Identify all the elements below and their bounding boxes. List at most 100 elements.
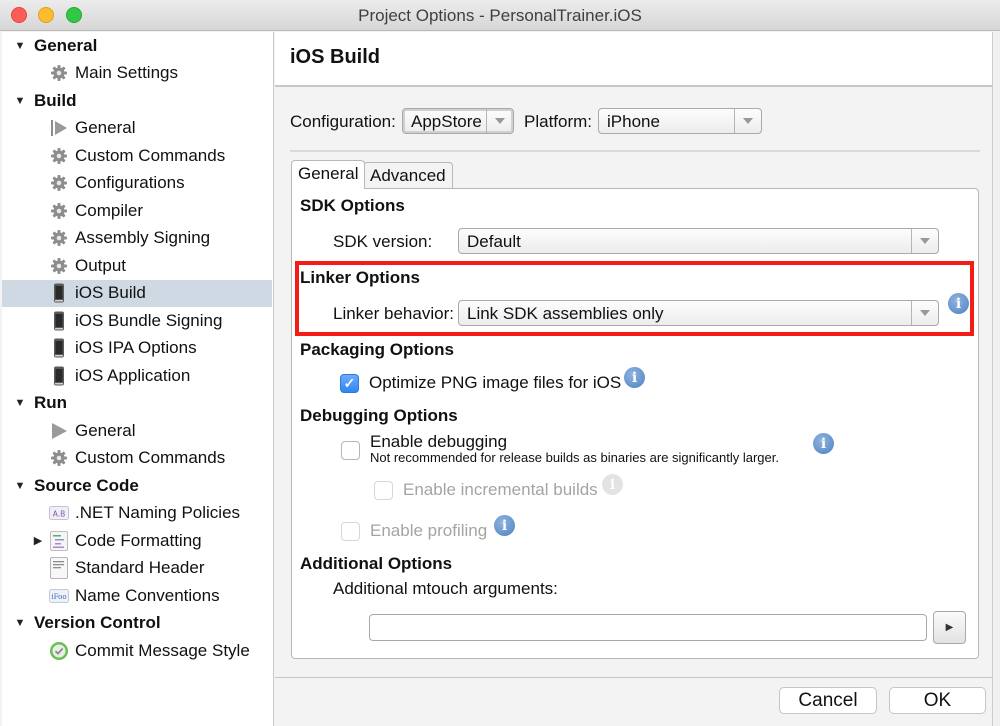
gear-icon [49, 228, 69, 248]
linker-behavior-dropdown-button[interactable] [911, 301, 938, 325]
linker-options-heading: Linker Options [300, 268, 420, 287]
sidebar-row-label: iOS Build [75, 283, 146, 302]
chevron-down-icon [920, 238, 930, 244]
sidebar-item-general[interactable]: General [2, 115, 272, 142]
sdk-version-label: SDK version: [333, 232, 433, 251]
play-icon [49, 421, 69, 441]
sidebar-item-assembly-signing[interactable]: Assembly Signing [2, 225, 272, 252]
linker-behavior-value: Link SDK assemblies only [467, 304, 664, 323]
gear-icon [49, 201, 69, 221]
sidebar-category-build[interactable]: ▼ Build [2, 87, 272, 114]
tab-general[interactable]: General [291, 160, 366, 189]
divider [290, 150, 980, 152]
platform-select[interactable]: iPhone [598, 108, 762, 134]
configuration-select[interactable]: AppStore [402, 108, 514, 134]
chevron-down-icon [495, 118, 505, 124]
iphone-icon [49, 366, 69, 386]
sidebar-item-net-naming-policies[interactable]: A.B .NET Naming Policies [2, 500, 272, 527]
sidebar-row-label: General [75, 420, 136, 440]
sidebar-item-compiler[interactable]: Compiler [2, 197, 272, 224]
expand-arrow-icon[interactable]: ▼ [14, 617, 26, 629]
configuration-dropdown-button[interactable] [486, 109, 513, 133]
configuration-value: AppStore [411, 112, 482, 131]
sidebar-item-output[interactable]: Output [2, 252, 272, 279]
svg-text:A.B: A.B [53, 510, 66, 519]
debugging-options-heading: Debugging Options [300, 406, 458, 425]
enable-debugging-checkbox[interactable] [341, 441, 360, 460]
gear-icon [49, 146, 69, 166]
configuration-label: Configuration: [290, 112, 396, 131]
sidebar-category-general[interactable]: ▼ General [2, 32, 272, 59]
mtouch-arguments-menu-button[interactable]: ▶ [933, 611, 966, 644]
optimize-png-checkbox[interactable]: ✓ [340, 374, 359, 393]
enable-profiling-info-icon[interactable]: i [494, 515, 515, 536]
sidebar-item-custom-commands[interactable]: Custom Commands [2, 142, 272, 169]
sidebar-category-run[interactable]: ▼ Run [2, 390, 272, 417]
sidebar-row-label: General [75, 118, 136, 137]
linker-behavior-select[interactable]: Link SDK assemblies only [458, 300, 939, 326]
enable-debugging-label[interactable]: Enable debugging [370, 432, 507, 452]
sidebar-row-label: Compiler [75, 200, 144, 220]
linker-info-icon[interactable]: i [948, 293, 969, 314]
enable-debugging-info-icon[interactable]: i [813, 433, 834, 454]
title-bar[interactable]: Project Options - PersonalTrainer.iOS [0, 0, 1000, 31]
sidebar-item-ios-ipa-options[interactable]: iOS IPA Options [2, 335, 272, 362]
sdk-version-select[interactable]: Default [458, 228, 939, 254]
sidebar-item-name-conventions[interactable]: iFoo Name Conventions [2, 582, 272, 609]
optimize-png-label[interactable]: Optimize PNG image files for iOS [369, 373, 621, 393]
sidebar-row-label: Configurations [75, 173, 185, 192]
sidebar-category-source-code[interactable]: ▼ Source Code [2, 472, 272, 499]
panel-header: iOS Build [275, 32, 992, 87]
expand-arrow-icon[interactable]: ▼ [14, 95, 26, 107]
platform-value: iPhone [607, 112, 660, 131]
enable-profiling-label: Enable profiling [370, 521, 488, 540]
footer-divider [275, 677, 1000, 678]
build-play-icon [49, 118, 69, 138]
gear-icon [49, 448, 69, 468]
sidebar-item-custom-commands[interactable]: Custom Commands [2, 445, 272, 472]
sidebar-row-label: iOS Application [75, 365, 191, 385]
expand-arrow-icon[interactable]: ▼ [14, 40, 26, 52]
packaging-options-heading: Packaging Options [300, 340, 454, 359]
additional-options-heading: Additional Options [300, 554, 453, 573]
sidebar-row-label: Assembly Signing [75, 228, 211, 247]
platform-dropdown-button[interactable] [734, 109, 761, 133]
incremental-builds-checkbox[interactable] [374, 481, 393, 500]
sidebar-category-version-control[interactable]: ▼ Version Control [2, 610, 272, 637]
tab-advanced[interactable]: Advanced [363, 162, 453, 189]
sdk-version-value: Default [467, 232, 521, 251]
sdk-version-dropdown-button[interactable] [911, 229, 938, 253]
expand-arrow-icon[interactable]: ▼ [14, 480, 26, 492]
linker-behavior-label: Linker behavior: [333, 304, 454, 323]
sidebar-row-label: General [34, 35, 98, 55]
svg-text:iFoo: iFoo [51, 593, 66, 601]
platform-label: Platform: [524, 112, 593, 131]
code-formatting-icon [49, 530, 69, 551]
sidebar-row-label: Build [34, 90, 77, 110]
optimize-png-info-icon[interactable]: i [624, 367, 645, 388]
sidebar-item-configurations[interactable]: Configurations [2, 170, 272, 197]
enable-profiling-checkbox[interactable] [341, 522, 360, 541]
sidebar-item-code-formatting[interactable]: ▶ Code Formatting [2, 527, 272, 554]
sidebar-row-label: Commit Message Style [75, 640, 250, 660]
sidebar-row-label: iOS IPA Options [75, 338, 197, 357]
mtouch-arguments-input[interactable] [369, 614, 927, 641]
window-title: Project Options - PersonalTrainer.iOS [358, 6, 642, 25]
sidebar-item-ios-application[interactable]: iOS Application [2, 362, 272, 389]
sidebar-row-label: iOS Bundle Signing [75, 310, 223, 330]
cancel-button[interactable]: Cancel [779, 687, 877, 714]
sidebar-item-standard-header[interactable]: Standard Header [2, 555, 272, 582]
sidebar-item-main-settings[interactable]: Main Settings [2, 60, 272, 87]
sidebar-item-ios-bundle-signing[interactable]: iOS Bundle Signing [2, 307, 272, 334]
sidebar-item-ios-build[interactable]: iOS Build [2, 279, 272, 307]
iphone-icon [49, 311, 69, 331]
chevron-down-icon [743, 118, 753, 124]
collapse-arrow-icon[interactable]: ▶ [32, 534, 44, 547]
sidebar-row-label: Main Settings [75, 63, 178, 82]
sidebar-item-general[interactable]: General [2, 417, 272, 444]
ok-button[interactable]: OK [889, 687, 986, 714]
document-icon [49, 557, 69, 579]
expand-arrow-icon[interactable]: ▼ [14, 397, 26, 409]
sidebar-row-label: Name Conventions [75, 585, 220, 605]
sidebar-item-commit-message-style[interactable]: Commit Message Style [2, 637, 272, 664]
